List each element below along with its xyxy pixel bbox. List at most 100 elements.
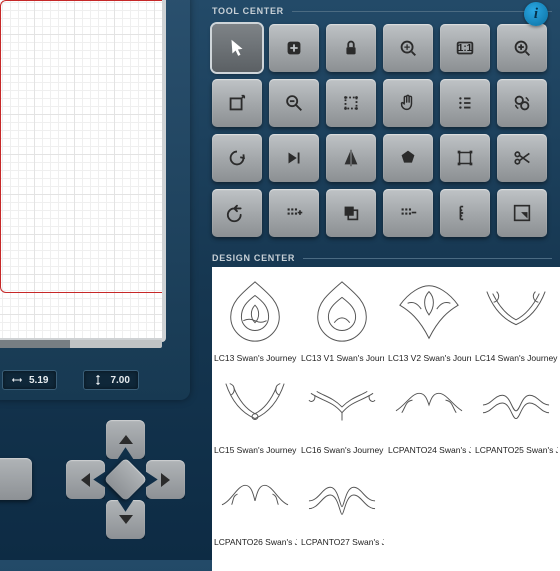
design-caption: LCPANTO24 Swan's Jo bbox=[386, 444, 471, 455]
header-divider bbox=[303, 258, 552, 259]
design-preview bbox=[212, 271, 297, 352]
arrow-right-icon bbox=[161, 473, 170, 487]
go-right-button[interactable] bbox=[269, 134, 319, 182]
lock-icon bbox=[340, 37, 362, 59]
lock-button[interactable] bbox=[326, 24, 376, 72]
nav-right-button[interactable] bbox=[146, 460, 185, 499]
design-caption: LC15 Swan's Journey C bbox=[212, 444, 297, 455]
plus-square-icon bbox=[283, 37, 305, 59]
design-preview bbox=[299, 455, 384, 536]
crop-button[interactable] bbox=[326, 79, 376, 127]
undo-button[interactable] bbox=[212, 189, 262, 237]
swap-cycle-button[interactable] bbox=[497, 79, 547, 127]
header-divider bbox=[292, 11, 552, 12]
zoom-fit-button[interactable] bbox=[383, 24, 433, 72]
pan-button[interactable] bbox=[383, 79, 433, 127]
swap-icon bbox=[511, 92, 533, 114]
nav-cluster bbox=[10, 420, 180, 550]
nav-aux-button[interactable] bbox=[0, 458, 32, 500]
design-preview bbox=[473, 271, 558, 352]
align-distribute-button[interactable] bbox=[440, 79, 490, 127]
design-thumbnail[interactable]: LC13 V2 Swan's Journe bbox=[386, 271, 471, 363]
zoom-in-button[interactable] bbox=[497, 24, 547, 72]
design-caption: LC14 Swan's Journey C bbox=[473, 352, 558, 363]
duplicate-button[interactable] bbox=[326, 189, 376, 237]
zoom-in-icon bbox=[511, 37, 533, 59]
tool-center-header: TOOL CENTER bbox=[204, 0, 560, 20]
design-thumbnail[interactable]: LC13 Swan's Journey B bbox=[212, 271, 297, 363]
select-tool-button[interactable] bbox=[212, 24, 262, 72]
design-canvas[interactable] bbox=[0, 0, 162, 338]
nav-center-button[interactable] bbox=[104, 458, 148, 502]
design-thumbnail[interactable]: LCPANTO24 Swan's Jo bbox=[386, 363, 471, 455]
design-preview bbox=[386, 363, 471, 444]
zoom-one-button[interactable]: 1:1 bbox=[440, 24, 490, 72]
scissors-icon bbox=[511, 147, 533, 169]
design-thumbnail[interactable]: LC13 V1 Swan's Journe bbox=[299, 271, 384, 363]
nav-down-button[interactable] bbox=[106, 500, 145, 539]
height-indicator[interactable]: 7.00 bbox=[83, 370, 138, 390]
design-thumbnail[interactable]: LCPANTO26 Swan's Jo bbox=[212, 455, 297, 547]
canvas-frame bbox=[0, 0, 166, 342]
nav-left-button[interactable] bbox=[66, 460, 105, 499]
design-preview bbox=[299, 271, 384, 352]
design-preview bbox=[212, 455, 297, 536]
design-thumbnail[interactable]: LCPANTO25 Swan's Jo bbox=[473, 363, 558, 455]
design-preview bbox=[473, 363, 558, 444]
pentagon-icon bbox=[397, 147, 419, 169]
status-row: 5.19 7.00 bbox=[2, 370, 180, 390]
arrow-left-icon bbox=[81, 473, 90, 487]
rotate-button[interactable] bbox=[212, 134, 262, 182]
mirror-button[interactable] bbox=[326, 134, 376, 182]
play-corner-icon bbox=[283, 147, 305, 169]
design-thumbnail[interactable]: LC16 Swan's Journey Fi bbox=[299, 363, 384, 455]
shape-button[interactable] bbox=[383, 134, 433, 182]
hand-icon bbox=[397, 92, 419, 114]
arrow-up-icon bbox=[119, 435, 133, 444]
zoom-out-tool-button[interactable] bbox=[269, 79, 319, 127]
cursor-icon bbox=[226, 37, 248, 59]
height-value: 7.00 bbox=[110, 375, 129, 386]
resize-button[interactable] bbox=[212, 79, 262, 127]
tool-grid: 1:1 bbox=[204, 20, 560, 247]
design-thumbnail[interactable]: LC15 Swan's Journey C bbox=[212, 363, 297, 455]
rotate-icon bbox=[226, 147, 248, 169]
measure-button[interactable] bbox=[440, 189, 490, 237]
design-caption: LC16 Swan's Journey Fi bbox=[299, 444, 384, 455]
design-preview bbox=[212, 363, 297, 444]
info-button[interactable]: i bbox=[524, 2, 548, 26]
nav-up-button[interactable] bbox=[106, 420, 145, 459]
right-zone: i TOOL CENTER 1:1 bbox=[204, 0, 560, 560]
design-caption: LCPANTO25 Swan's Jo bbox=[473, 444, 558, 455]
align-icon bbox=[454, 92, 476, 114]
transform-box-button[interactable] bbox=[440, 134, 490, 182]
design-grid[interactable]: LC13 Swan's Journey B LC13 V1 Swan's Jou… bbox=[212, 267, 560, 571]
design-caption: LCPANTO27 Swan's Jo bbox=[299, 536, 384, 547]
canvas-scrollbar-horizontal[interactable] bbox=[0, 340, 162, 348]
design-caption: LC13 V1 Swan's Journe bbox=[299, 352, 384, 363]
crop-icon bbox=[340, 92, 362, 114]
canvas-panel: 5.19 7.00 bbox=[0, 0, 190, 400]
design-center-header: DESIGN CENTER bbox=[204, 247, 560, 267]
scroll-thumb[interactable] bbox=[0, 340, 70, 348]
transform-icon bbox=[454, 147, 476, 169]
width-indicator[interactable]: 5.19 bbox=[2, 370, 57, 390]
design-thumbnail[interactable]: LC14 Swan's Journey C bbox=[473, 271, 558, 363]
height-icon bbox=[92, 374, 104, 386]
design-caption: LCPANTO26 Swan's Jo bbox=[212, 536, 297, 547]
cut-button[interactable] bbox=[497, 134, 547, 182]
undo-icon bbox=[226, 202, 248, 224]
ruler-icon bbox=[454, 202, 476, 224]
scale-corner-button[interactable] bbox=[497, 189, 547, 237]
one-to-one-label: 1:1 bbox=[458, 43, 472, 54]
design-caption: LC13 V2 Swan's Journe bbox=[386, 352, 471, 363]
density-less-button[interactable] bbox=[383, 189, 433, 237]
design-preview bbox=[299, 363, 384, 444]
quilt-boundary bbox=[0, 0, 162, 293]
design-thumbnail[interactable]: LCPANTO27 Swan's Jo bbox=[299, 455, 384, 547]
zoom-out-icon bbox=[283, 92, 305, 114]
density-minus-icon bbox=[397, 202, 419, 224]
density-plus-icon bbox=[283, 202, 305, 224]
new-design-button[interactable] bbox=[269, 24, 319, 72]
density-more-button[interactable] bbox=[269, 189, 319, 237]
